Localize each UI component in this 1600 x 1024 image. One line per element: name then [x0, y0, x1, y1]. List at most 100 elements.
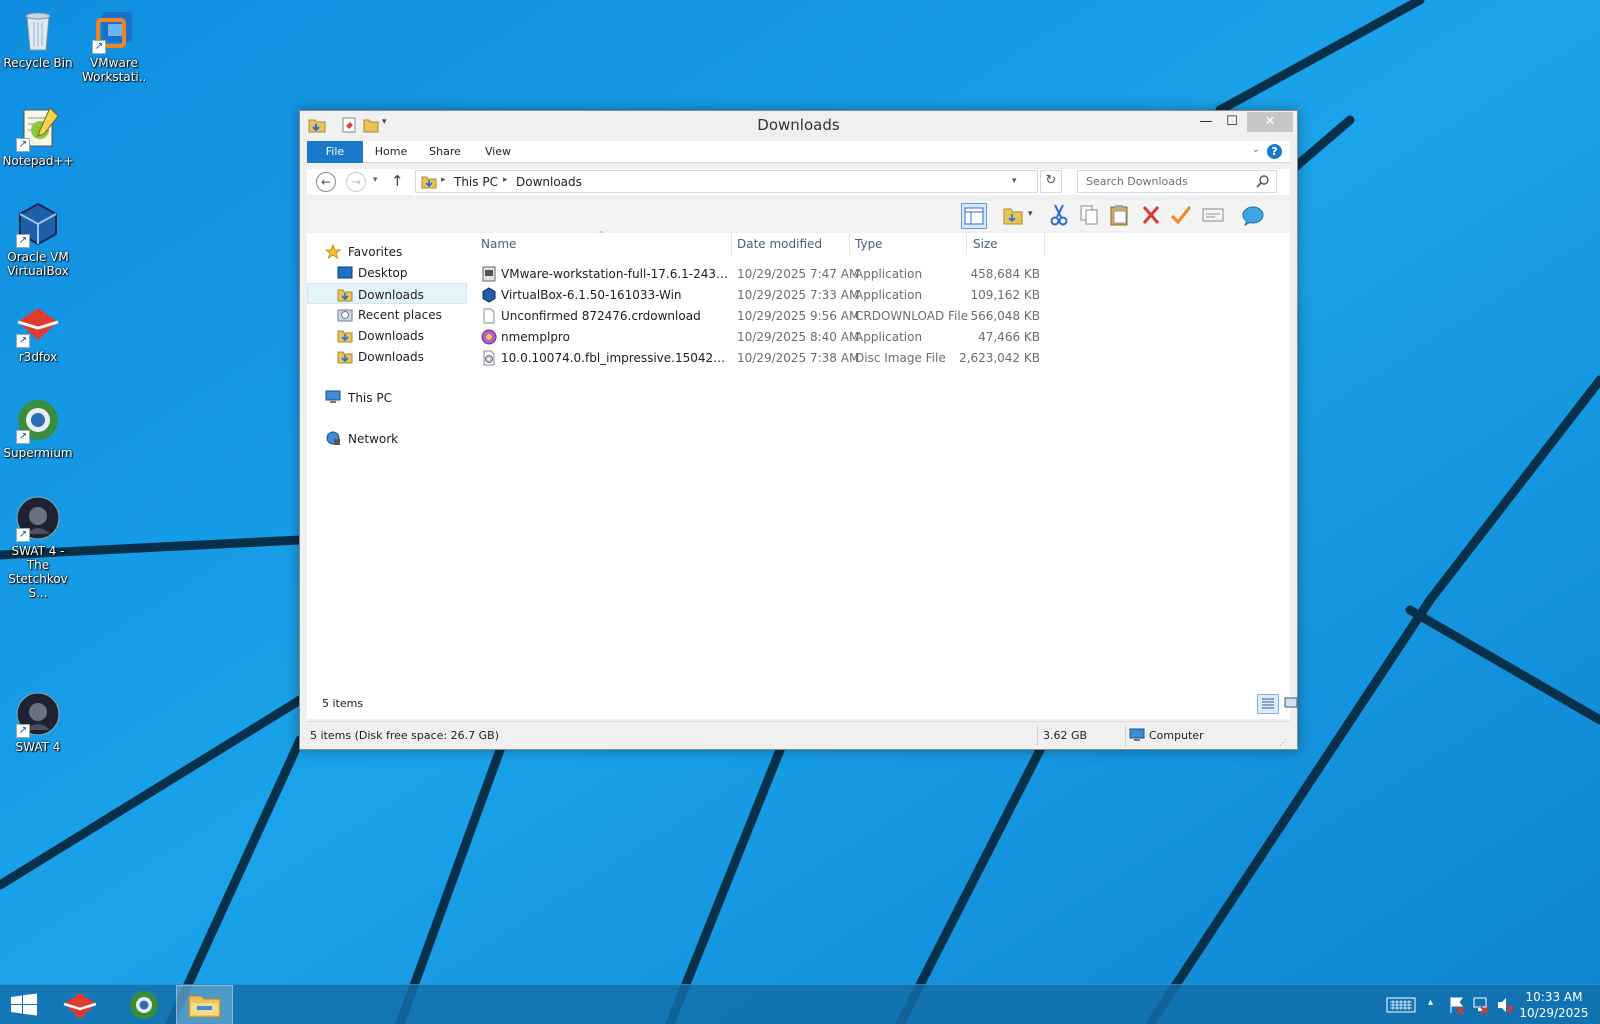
close-button[interactable]: ✕ — [1247, 112, 1293, 132]
desktop-icon-virtualbox[interactable]: ↗ Oracle VM VirtualBox — [0, 200, 76, 278]
status-bar: 5 items (Disk free space: 26.7 GB) 3.62 … — [307, 721, 1290, 749]
desktop-icon-notepad-plus-plus[interactable]: ↗ Notepad++ — [0, 104, 76, 168]
help-icon[interactable]: ? — [1267, 144, 1282, 159]
file-row[interactable]: VMware-workstation-full-17.6.1-24319023 … — [477, 263, 1047, 284]
desktop-folder-icon — [337, 265, 353, 280]
nav-favorites[interactable]: Favorites — [307, 241, 467, 262]
tab-home[interactable]: Home — [365, 141, 417, 163]
network-icon — [325, 431, 341, 446]
refresh-button[interactable]: ↻ — [1040, 170, 1062, 193]
tab-view[interactable]: View — [473, 141, 523, 163]
taskbar-clock-date[interactable]: 10/29/2025 — [1518, 1006, 1590, 1020]
column-header-name[interactable]: Name — [481, 237, 516, 251]
forward-button[interactable]: → — [346, 172, 366, 192]
nav-downloads-3[interactable]: Downloads — [307, 346, 467, 367]
expand-ribbon-chevron-icon[interactable]: ⌄ — [1252, 144, 1260, 155]
desktop-icon-supermium[interactable]: ↗ Supermium — [0, 396, 76, 460]
disc-image-icon — [481, 350, 497, 366]
copy-icon[interactable] — [1077, 203, 1103, 229]
nmemplpro-icon — [481, 329, 497, 345]
preview-pane-button[interactable] — [961, 203, 987, 229]
desktop-icon-r3dfox[interactable]: ↗ r3dfox — [0, 300, 76, 364]
nav-this-pc[interactable]: This PC — [307, 387, 467, 408]
paste-icon[interactable] — [1107, 203, 1133, 229]
notepad-plus-plus-icon: ↗ — [14, 104, 62, 152]
file-row[interactable]: VirtualBox-6.1.50-161033-Win 10/29/2025 … — [477, 284, 1047, 305]
column-divider[interactable] — [1044, 233, 1045, 255]
desktop-icon-swat4[interactable]: ↗ SWAT 4 — [0, 690, 76, 754]
network-status-icon[interactable] — [1472, 995, 1490, 1015]
explorer-window[interactable]: ▾ Downloads — ☐ ✕ File Home Share View ⌄… — [299, 110, 1298, 750]
breadcrumb-separator-icon: ▸ — [441, 175, 446, 185]
nav-desktop[interactable]: Desktop — [307, 262, 467, 283]
ribbon-tabs: File Home Share View ⌄ ? — [307, 141, 1290, 163]
properties-icon[interactable] — [1201, 203, 1227, 229]
title-bar[interactable]: ▾ Downloads — ☐ ✕ — [300, 111, 1297, 139]
column-header-type[interactable]: Type — [855, 237, 883, 251]
file-row[interactable]: Unconfirmed 872476.crdownload 10/29/2025… — [477, 305, 1047, 326]
touch-keyboard-icon[interactable] — [1386, 995, 1416, 1015]
shortcut-arrow-icon: ↗ — [92, 40, 106, 54]
tab-share[interactable]: Share — [419, 141, 471, 163]
recycle-bin-icon — [14, 6, 62, 54]
start-button[interactable] — [0, 985, 48, 1024]
search-input[interactable]: Search Downloads — [1077, 170, 1277, 193]
open-folder-icon[interactable] — [1002, 203, 1028, 229]
address-history-dropdown-icon[interactable]: ▾ — [1012, 176, 1017, 186]
taskbar-file-explorer-button[interactable] — [176, 985, 233, 1024]
nav-downloads-selected[interactable]: Downloads — [307, 283, 467, 304]
breadcrumb-separator-icon: ▸ — [503, 175, 508, 185]
address-bar[interactable]: ▸ This PC ▸ Downloads ▾ — [415, 170, 1038, 193]
swat4-icon: ↗ — [14, 690, 62, 738]
maximize-button[interactable]: ☐ — [1219, 112, 1245, 132]
item-count-bar: 5 items — [307, 689, 1298, 719]
column-divider[interactable] — [849, 233, 850, 255]
shortcut-arrow-icon: ↗ — [16, 334, 30, 348]
column-divider[interactable] — [731, 233, 732, 255]
minimize-button[interactable]: — — [1193, 112, 1219, 132]
taskbar-r3dfox-button[interactable] — [56, 985, 104, 1024]
desktop-icon-vmware[interactable]: ↗ VMware Workstati... — [76, 6, 152, 84]
network-globe-icon[interactable] — [1241, 203, 1267, 229]
sort-indicator-icon: ⌃ — [598, 230, 605, 239]
action-center-flag-icon[interactable] — [1448, 995, 1466, 1015]
show-hidden-icons-chevron-icon[interactable]: ▴ — [1428, 997, 1438, 1013]
rename-checkmark-icon[interactable] — [1169, 203, 1195, 229]
taskbar-supermium-button[interactable] — [120, 985, 168, 1024]
volume-muted-icon[interactable] — [1496, 995, 1514, 1015]
back-button[interactable]: ← — [316, 172, 336, 192]
file-row[interactable]: 10.0.10074.0.fbl_impressive.150424-1350_… — [477, 347, 1047, 368]
large-icons-view-button[interactable] — [1281, 694, 1303, 714]
desktop-icon-swat4-expansion[interactable]: ↗ SWAT 4 - The Stetchkov S... — [0, 494, 76, 600]
status-selection-size: 3.62 GB — [1043, 729, 1088, 742]
shortcut-arrow-icon: ↗ — [16, 430, 30, 444]
details-view-button[interactable] — [1257, 694, 1279, 714]
desktop-icon-recycle-bin[interactable]: Recycle Bin — [0, 6, 76, 70]
column-header-date[interactable]: Date modified — [737, 237, 822, 251]
nav-network[interactable]: Network — [307, 428, 467, 449]
cut-icon[interactable] — [1047, 203, 1073, 229]
delete-icon[interactable] — [1139, 203, 1165, 229]
status-disk-space: 5 items (Disk free space: 26.7 GB) — [310, 729, 499, 742]
column-divider[interactable] — [966, 233, 967, 255]
shortcut-arrow-icon: ↗ — [16, 724, 30, 738]
vmware-icon: ↗ — [90, 6, 138, 54]
downloads-folder-icon — [337, 349, 353, 364]
breadcrumb-downloads[interactable]: Downloads — [516, 175, 582, 189]
taskbar-clock-time[interactable]: 10:33 AM — [1518, 990, 1590, 1004]
open-dropdown-icon[interactable]: ▾ — [1028, 209, 1038, 235]
breadcrumb-this-pc[interactable]: This PC — [454, 175, 498, 189]
downloads-folder-icon — [337, 328, 353, 343]
tab-file[interactable]: File — [307, 141, 363, 163]
recent-locations-dropdown-icon[interactable]: ▾ — [373, 175, 378, 185]
star-icon — [324, 243, 342, 260]
resize-grip-icon[interactable]: ⋰ — [1279, 738, 1287, 747]
navigation-pane: Favorites Desktop Downloads Recent place… — [307, 233, 467, 689]
nav-downloads-2[interactable]: Downloads — [307, 325, 467, 346]
status-location: Computer — [1149, 729, 1204, 742]
up-button[interactable]: ↑ — [391, 172, 404, 190]
item-count: 5 items — [322, 697, 364, 710]
column-header-size[interactable]: Size — [973, 237, 998, 251]
nav-recent-places[interactable]: Recent places — [307, 304, 467, 325]
file-row[interactable]: nmemplpro 10/29/2025 8:40 AM Application… — [477, 326, 1047, 347]
